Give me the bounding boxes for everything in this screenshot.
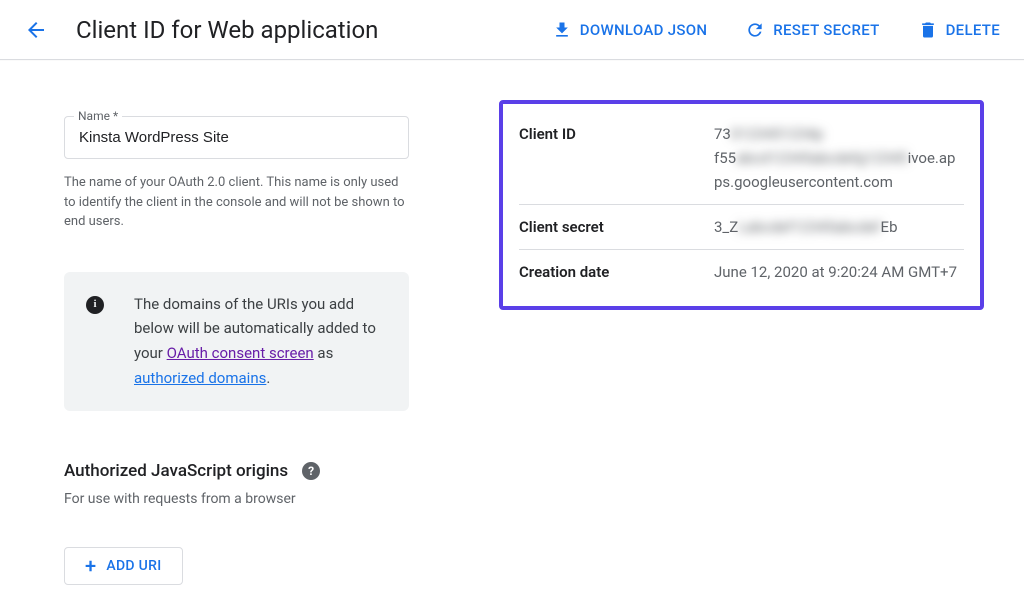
oauth-consent-link[interactable]: OAuth consent screen <box>167 344 314 362</box>
help-icon[interactable]: ? <box>302 462 320 480</box>
client-secret-value: 3_ZLabcdef12345abcdefEb <box>714 215 898 239</box>
creation-date-row: Creation date June 12, 2020 at 9:20:24 A… <box>519 250 964 294</box>
client-id-label: Client ID <box>519 122 714 194</box>
client-id-value: 730123451234p f55abcd12345abcdefg12345iv… <box>714 122 955 194</box>
client-secret-row: Client secret 3_ZLabcdef12345abcdefEb <box>519 205 964 250</box>
creation-date-value: June 12, 2020 at 9:20:24 AM GMT+7 <box>714 260 957 284</box>
client-secret-label: Client secret <box>519 215 714 239</box>
authorized-domains-link[interactable]: authorized domains <box>134 369 266 387</box>
add-uri-label: ADD URI <box>106 558 161 574</box>
page-title: Client ID for Web application <box>76 16 552 44</box>
name-field-label: Name * <box>74 109 122 123</box>
js-origins-title: Authorized JavaScript origins <box>64 461 288 481</box>
delete-label: DELETE <box>946 21 1000 39</box>
info-box: i The domains of the URIs you add below … <box>64 272 409 411</box>
creation-date-label: Creation date <box>519 260 714 284</box>
reset-secret-label: RESET SECRET <box>773 21 879 39</box>
credentials-box: Client ID 730123451234p f55abcd12345abcd… <box>499 100 984 310</box>
back-icon[interactable] <box>24 18 48 42</box>
info-icon: i <box>86 296 104 314</box>
plus-icon: + <box>85 556 96 576</box>
name-field-desc: The name of your OAuth 2.0 client. This … <box>64 173 409 232</box>
download-icon <box>552 20 572 40</box>
download-json-button[interactable]: DOWNLOAD JSON <box>552 20 708 40</box>
client-id-row: Client ID 730123451234p f55abcd12345abcd… <box>519 112 964 205</box>
reset-secret-button[interactable]: RESET SECRET <box>745 20 879 40</box>
js-origins-desc: For use with requests from a browser <box>64 491 409 507</box>
trash-icon <box>918 20 938 40</box>
download-json-label: DOWNLOAD JSON <box>580 21 708 39</box>
delete-button[interactable]: DELETE <box>918 20 1000 40</box>
refresh-icon <box>745 20 765 40</box>
